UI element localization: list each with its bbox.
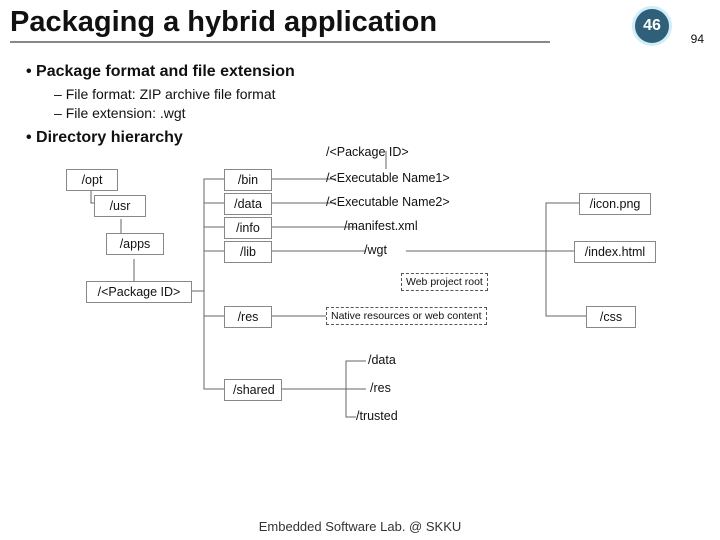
bullet-package-format: Package format and file extension	[26, 63, 694, 81]
footer-text: Embedded Software Lab. @ SKKU	[0, 519, 720, 534]
node-usr: /usr	[94, 195, 146, 217]
subbullet-file-format: File format: ZIP archive file format	[54, 85, 694, 104]
node-data: /data	[224, 193, 272, 215]
label-package-id-header: /<Package ID>	[326, 145, 409, 159]
node-res: /res	[224, 306, 272, 328]
node-info: /info	[224, 217, 272, 239]
node-icon-png: /icon.png	[579, 193, 651, 215]
page-title: Packaging a hybrid application	[10, 6, 550, 43]
directory-diagram: /opt /usr /apps /<Package ID> /bin /data…	[26, 151, 706, 481]
slide-number-badge: 46	[632, 6, 672, 46]
label-shared-trusted: /trusted	[356, 409, 398, 423]
label-executable-2: /<Executable Name2>	[326, 195, 450, 209]
node-index-html: /index.html	[574, 241, 656, 263]
label-manifest: /manifest.xml	[344, 219, 418, 233]
label-shared-data: /data	[368, 353, 396, 367]
total-slides: 94	[691, 32, 704, 46]
label-shared-res: /res	[370, 381, 391, 395]
node-lib: /lib	[224, 241, 272, 263]
label-executable-1: /<Executable Name1>	[326, 171, 450, 185]
node-shared: /shared	[224, 379, 282, 401]
node-css: /css	[586, 306, 636, 328]
node-bin: /bin	[224, 169, 272, 191]
node-package-id: /<Package ID>	[86, 281, 192, 303]
subbullet-file-extension: File extension: .wgt	[54, 104, 694, 123]
node-opt: /opt	[66, 169, 118, 191]
label-wgt: /wgt	[364, 243, 387, 257]
node-apps: /apps	[106, 233, 164, 255]
box-web-project-root: Web project root	[401, 273, 488, 291]
box-native-or-web: Native resources or web content	[326, 307, 487, 325]
